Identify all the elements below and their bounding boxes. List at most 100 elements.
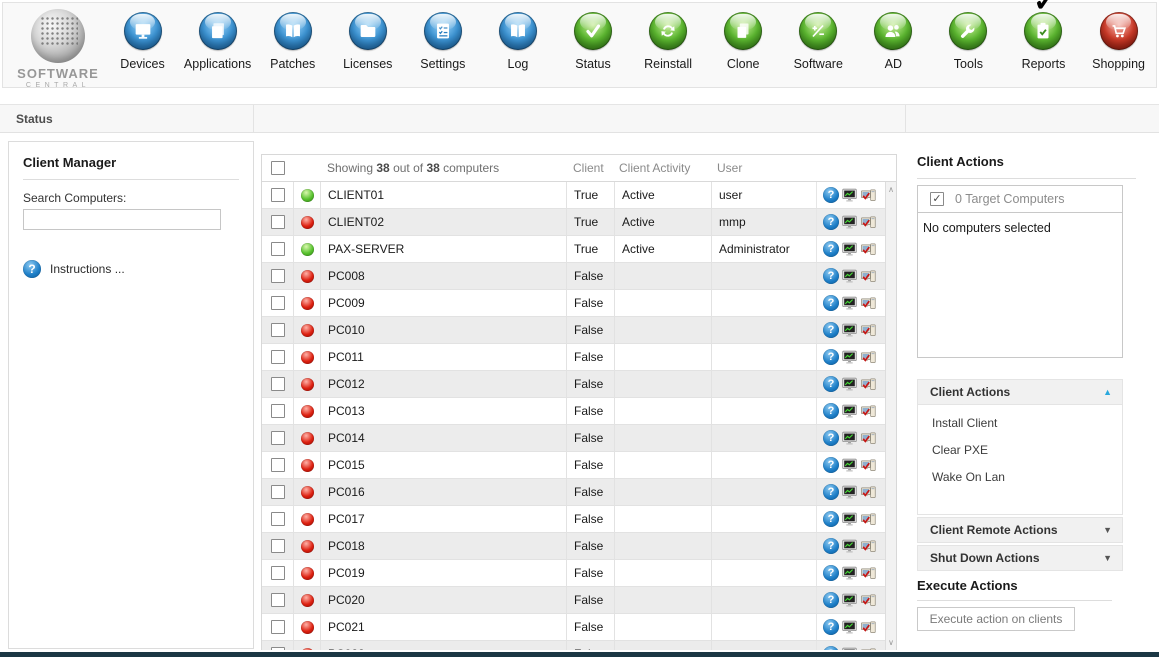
remote-desktop-icon[interactable] [841, 565, 858, 582]
table-row[interactable]: PC008 False ? [262, 263, 885, 290]
toolbar-item-software[interactable]: Software [781, 8, 856, 87]
client-software-icon[interactable] [860, 457, 877, 474]
help-icon[interactable]: ? [823, 430, 839, 446]
execute-action-button[interactable]: Execute action on clients [917, 607, 1075, 631]
remote-desktop-icon[interactable] [841, 538, 858, 555]
search-computers-input[interactable] [23, 209, 221, 230]
table-row[interactable]: PC009 False ? [262, 290, 885, 317]
toolbar-item-applications[interactable]: Applications [180, 8, 255, 87]
table-row[interactable]: CLIENT01 True Active user ? [262, 182, 885, 209]
accordion-header-client-remote-actions[interactable]: Client Remote Actions ▼ [917, 517, 1123, 543]
client-software-icon[interactable] [860, 295, 877, 312]
toolbar-item-shopping[interactable]: Shopping [1081, 8, 1156, 87]
help-icon[interactable]: ? [823, 376, 839, 392]
table-row[interactable]: PC012 False ? [262, 371, 885, 398]
action-item-install-client[interactable]: Install Client [918, 409, 1122, 436]
toolbar-item-devices[interactable]: Devices [105, 8, 180, 87]
row-checkbox[interactable] [271, 539, 285, 553]
help-icon[interactable]: ? [823, 214, 839, 230]
help-icon[interactable]: ? [823, 457, 839, 473]
table-scrollbar[interactable]: ∧ ∨ [885, 182, 896, 650]
client-software-icon[interactable] [860, 241, 877, 258]
scroll-down-icon[interactable]: ∨ [886, 638, 896, 647]
table-row[interactable]: PC022 False ? [262, 641, 885, 650]
row-checkbox[interactable] [271, 485, 285, 499]
help-icon[interactable]: ? [823, 511, 839, 527]
help-icon[interactable]: ? [823, 187, 839, 203]
toolbar-item-ad[interactable]: AD [856, 8, 931, 87]
instructions-link[interactable]: ? Instructions ... [23, 260, 125, 278]
remote-desktop-icon[interactable] [841, 268, 858, 285]
table-row[interactable]: PAX-SERVER True Active Administrator ? [262, 236, 885, 263]
toolbar-item-patches[interactable]: Patches [255, 8, 330, 87]
client-software-icon[interactable] [860, 322, 877, 339]
table-row[interactable]: PC010 False ? [262, 317, 885, 344]
client-software-icon[interactable] [860, 484, 877, 501]
remote-desktop-icon[interactable] [841, 511, 858, 528]
row-checkbox[interactable] [271, 647, 285, 650]
help-icon[interactable]: ? [823, 538, 839, 554]
row-checkbox[interactable] [271, 377, 285, 391]
table-row[interactable]: PC014 False ? [262, 425, 885, 452]
help-icon[interactable]: ? [823, 295, 839, 311]
accordion-header-shut-down-actions[interactable]: Shut Down Actions ▼ [917, 545, 1123, 571]
remote-desktop-icon[interactable] [841, 619, 858, 636]
toolbar-item-reinstall[interactable]: Reinstall [631, 8, 706, 87]
toolbar-item-tools[interactable]: Tools [931, 8, 1006, 87]
remote-desktop-icon[interactable] [841, 241, 858, 258]
help-icon[interactable]: ? [823, 619, 839, 635]
table-row[interactable]: PC013 False ? [262, 398, 885, 425]
client-software-icon[interactable] [860, 511, 877, 528]
client-software-icon[interactable] [860, 538, 877, 555]
client-software-icon[interactable] [860, 592, 877, 609]
client-software-icon[interactable] [860, 376, 877, 393]
client-software-icon[interactable] [860, 187, 877, 204]
table-row[interactable]: PC018 False ? [262, 533, 885, 560]
row-checkbox[interactable] [271, 269, 285, 283]
help-icon[interactable]: ? [823, 484, 839, 500]
action-item-wake-on-lan[interactable]: Wake On Lan [918, 463, 1122, 490]
row-checkbox[interactable] [271, 242, 285, 256]
toolbar-item-log[interactable]: Log [480, 8, 555, 87]
client-software-icon[interactable] [860, 349, 877, 366]
table-row[interactable]: PC011 False ? [262, 344, 885, 371]
toolbar-item-status[interactable]: Status [555, 8, 630, 87]
row-checkbox[interactable] [271, 431, 285, 445]
client-software-icon[interactable] [860, 430, 877, 447]
select-all-checkbox[interactable] [271, 161, 285, 175]
row-checkbox[interactable] [271, 188, 285, 202]
client-software-icon[interactable] [860, 403, 877, 420]
client-software-icon[interactable] [860, 565, 877, 582]
table-row[interactable]: PC020 False ? [262, 587, 885, 614]
row-checkbox[interactable] [271, 566, 285, 580]
remote-desktop-icon[interactable] [841, 457, 858, 474]
remote-desktop-icon[interactable] [841, 214, 858, 231]
help-icon[interactable]: ? [823, 646, 839, 650]
remote-desktop-icon[interactable] [841, 403, 858, 420]
toolbar-item-clone[interactable]: Clone [706, 8, 781, 87]
table-row[interactable]: CLIENT02 True Active mmp ? [262, 209, 885, 236]
scroll-up-icon[interactable]: ∧ [886, 185, 896, 194]
accordion-header-client-actions[interactable]: Client Actions ▲ [917, 379, 1123, 405]
row-checkbox[interactable] [271, 620, 285, 634]
remote-desktop-icon[interactable] [841, 349, 858, 366]
help-icon[interactable]: ? [823, 241, 839, 257]
client-software-icon[interactable] [860, 268, 877, 285]
row-checkbox[interactable] [271, 458, 285, 472]
toolbar-item-reports[interactable]: Reports [1006, 8, 1081, 87]
remote-desktop-icon[interactable] [841, 187, 858, 204]
table-row[interactable]: PC015 False ? [262, 452, 885, 479]
client-software-icon[interactable] [860, 646, 877, 650]
help-icon[interactable]: ? [823, 403, 839, 419]
remote-desktop-icon[interactable] [841, 430, 858, 447]
toolbar-item-licenses[interactable]: Licenses [330, 8, 405, 87]
row-checkbox[interactable] [271, 512, 285, 526]
table-row[interactable]: PC021 False ? [262, 614, 885, 641]
target-computers-checkbox[interactable]: ✓ [930, 192, 944, 206]
help-icon[interactable]: ? [823, 349, 839, 365]
row-checkbox[interactable] [271, 215, 285, 229]
remote-desktop-icon[interactable] [841, 322, 858, 339]
table-row[interactable]: PC019 False ? [262, 560, 885, 587]
help-icon[interactable]: ? [823, 322, 839, 338]
row-checkbox[interactable] [271, 350, 285, 364]
